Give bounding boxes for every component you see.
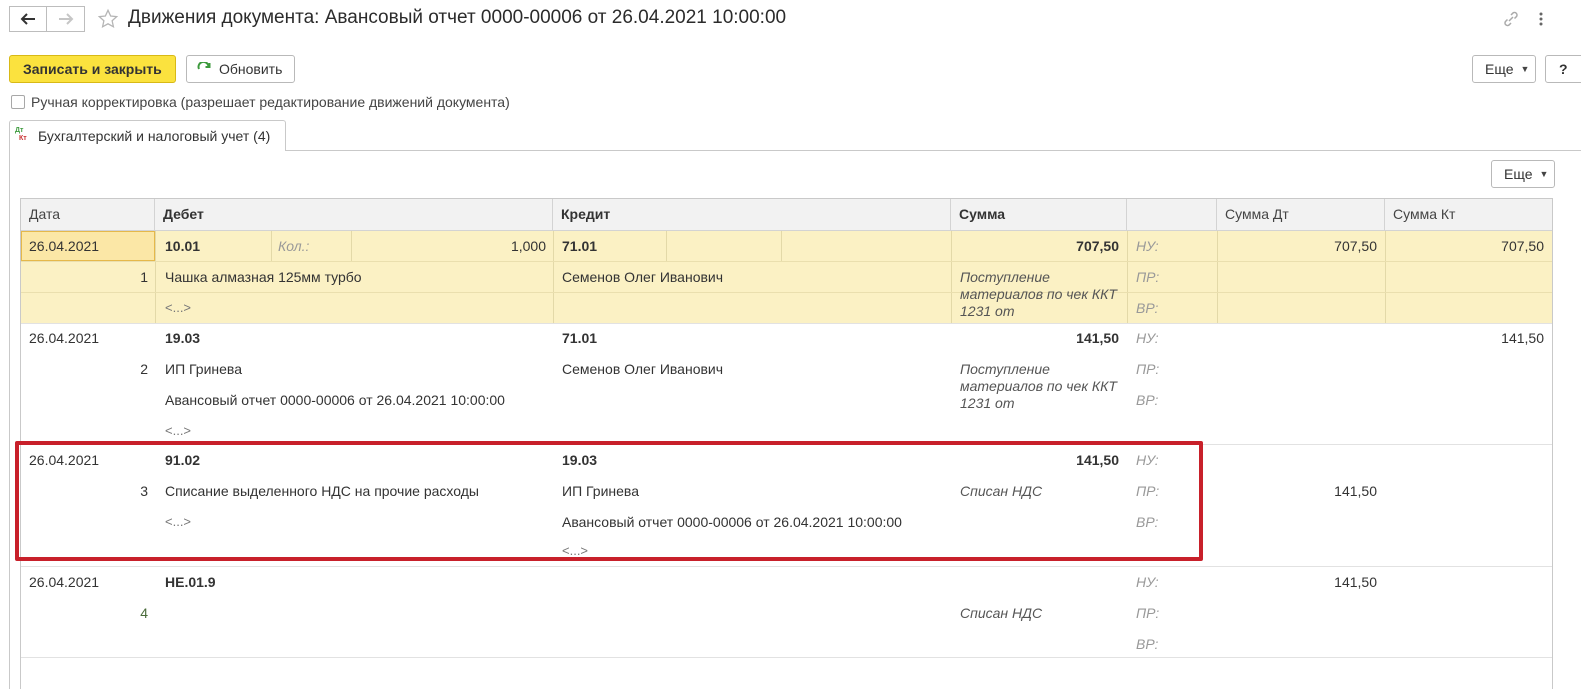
pr-label: ПР: [1136,483,1160,499]
debit-subconto-1[interactable]: Чашка алмазная 125мм турбо [165,269,362,285]
table-row[interactable] [21,445,1552,565]
favorite-star-icon[interactable] [97,8,119,33]
sum-kt-nu[interactable]: 707,50 [1385,238,1544,254]
debit-account[interactable]: 91.02 [165,452,200,468]
nu-label: НУ: [1136,330,1159,346]
pr-label: ПР: [1136,605,1160,621]
caret-down-icon: ▼ [1539,169,1549,179]
column-header-type[interactable] [1127,199,1217,230]
manual-correction-checkbox[interactable] [11,95,25,109]
sum-kt-nu[interactable]: 141,50 [1385,330,1544,346]
more-actions-button[interactable]: Еще ▼ [1472,55,1537,83]
table-more-label: Еще [1504,166,1533,182]
forward-button[interactable] [47,6,85,32]
row-number: 1 [140,269,148,285]
more-vertical-icon[interactable] [1537,10,1545,31]
entry-content[interactable]: Поступление материалов по чек ККТ 1231 о… [960,361,1125,412]
debit-subconto-1[interactable]: ИП Гринева [165,361,242,377]
entry-content[interactable]: Списан НДС [960,483,1042,499]
credit-subconto-1[interactable]: Семенов Олег Иванович [562,269,723,285]
more-actions-label: Еще [1485,61,1514,77]
nu-label: НУ: [1136,238,1159,254]
amount[interactable]: 141,50 [951,452,1119,468]
arrow-right-icon [58,13,73,25]
credit-account[interactable]: 71.01 [562,330,597,346]
debit-quantity[interactable]: 1,000 [351,238,546,254]
entries-table[interactable]: Дата Дебет Кредит Сумма Сумма Дт Сумма К… [20,198,1553,689]
column-header-sum-kt[interactable]: Сумма Кт [1385,199,1552,230]
column-header-amount[interactable]: Сумма [951,199,1127,230]
row-number: 3 [140,483,148,499]
entry-content[interactable]: Списан НДС [960,605,1042,621]
debit-account[interactable]: 19.03 [165,330,200,346]
table-header: Дата Дебет Кредит Сумма Сумма Дт Сумма К… [21,199,1552,231]
credit-subconto-1[interactable]: Семенов Олег Иванович [562,361,723,377]
debit-account[interactable]: НЕ.01.9 [165,574,216,590]
credit-account[interactable]: 19.03 [562,452,597,468]
vr-label: ВР: [1136,300,1159,316]
link-icon[interactable] [1501,9,1521,32]
pr-label: ПР: [1136,269,1160,285]
save-and-close-button[interactable]: Записать и закрыть [9,55,176,83]
back-button[interactable] [9,6,47,32]
sum-dt-nu[interactable]: 707,50 [1217,238,1377,254]
amount[interactable]: 141,50 [951,330,1119,346]
arrow-left-icon [20,13,35,25]
credit-subconto-1[interactable]: ИП Гринева [562,483,639,499]
table-row[interactable] [21,324,1552,444]
row-date: 26.04.2021 [29,452,100,468]
debit-subconto-2[interactable]: Авансовый отчет 0000-00006 от 26.04.2021… [165,392,505,408]
caret-down-icon: ▼ [1520,64,1530,74]
credit-account[interactable]: 71.01 [562,238,597,254]
manual-correction-label: Ручная корректировка (разрешает редактир… [31,94,510,110]
row-date: 26.04.2021 [29,574,100,590]
page-title: Движения документа: Авансовый отчет 0000… [128,7,787,28]
column-header-sum-dt[interactable]: Сумма Дт [1217,199,1385,230]
debit-subconto-1[interactable]: Списание выделенного НДС на прочие расхо… [165,483,479,499]
debit-subconto-more[interactable]: <...> [165,300,191,315]
debit-subconto-more[interactable]: <...> [165,423,191,438]
column-header-credit[interactable]: Кредит [553,199,951,230]
tab-accounting-label: Бухгалтерский и налоговый учет (4) [38,128,271,144]
sum-dt-pr[interactable]: 141,50 [1217,483,1377,499]
vr-label: ВР: [1136,514,1159,530]
refresh-icon [197,62,211,70]
help-button[interactable]: ? [1545,55,1581,83]
row-date: 26.04.2021 [29,330,100,346]
column-header-date[interactable]: Дата [21,199,155,230]
debit-credit-icon: Дт Кт [15,127,27,142]
vr-label: ВР: [1136,636,1159,652]
column-header-debit[interactable]: Дебет [155,199,553,230]
sum-dt-nu[interactable]: 141,50 [1217,574,1377,590]
credit-subconto-2[interactable]: Авансовый отчет 0000-00006 от 26.04.2021… [562,514,902,530]
row-number: 4 [140,605,148,621]
row-number: 2 [140,361,148,377]
quantity-label: Кол.: [278,238,310,254]
nu-label: НУ: [1136,452,1159,468]
pr-label: ПР: [1136,361,1160,377]
refresh-button[interactable]: Обновить [186,55,296,83]
amount[interactable]: 707,50 [951,238,1119,254]
credit-subconto-more[interactable]: <...> [562,543,588,558]
refresh-label: Обновить [219,61,283,77]
table-more-button[interactable]: Еще ▼ [1491,160,1556,188]
nu-label: НУ: [1136,574,1159,590]
tab-accounting[interactable]: Дт Кт Бухгалтерский и налоговый учет (4) [9,120,286,151]
entry-content[interactable]: Поступление материалов по чек ККТ 1231 о… [960,269,1125,320]
row-date: 26.04.2021 [29,238,100,254]
debit-subconto-more[interactable]: <...> [165,514,191,529]
debit-account[interactable]: 10.01 [165,238,200,254]
vr-label: ВР: [1136,392,1159,408]
